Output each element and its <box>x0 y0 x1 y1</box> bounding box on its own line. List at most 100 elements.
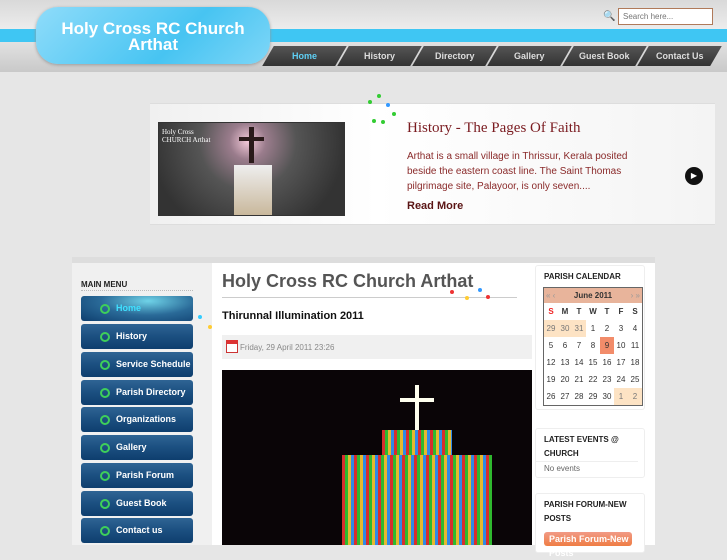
nav-guest-book[interactable]: Guest Book <box>562 46 647 66</box>
slide-title: History - The Pages Of Faith <box>407 120 581 136</box>
menu-item-service-schedule[interactable]: Service Schedule <box>81 352 193 377</box>
calendar-day[interactable]: 9 <box>600 337 614 354</box>
menu-item-home[interactable]: Home <box>81 296 193 321</box>
article-title[interactable]: Thirunnal Illumination 2011 <box>222 310 364 322</box>
weekday-header: M <box>561 307 569 316</box>
calendar-day[interactable]: 10 <box>614 337 628 354</box>
calendar-day[interactable]: 3 <box>614 320 628 337</box>
calendar-day[interactable]: 17 <box>614 354 628 371</box>
calendar-day[interactable]: 23 <box>600 371 614 388</box>
forum-posts-button[interactable]: Parish Forum-New Posts <box>544 532 632 558</box>
read-more-link[interactable]: Read More <box>407 200 463 212</box>
sparkle <box>372 119 376 123</box>
calendar-day[interactable]: 30 <box>558 320 572 337</box>
ring-icon <box>100 360 110 370</box>
widget-title: PARISH FORUM-NEW POSTS <box>544 500 627 523</box>
weekday-header: W <box>589 307 597 316</box>
ring-icon <box>100 443 110 453</box>
nav-contact-us[interactable]: Contact Us <box>637 46 722 66</box>
nav-history[interactable]: History <box>337 46 422 66</box>
cross-bar <box>239 137 264 141</box>
ring-icon <box>100 332 110 342</box>
search-input[interactable] <box>618 8 713 25</box>
sparkle <box>368 100 372 104</box>
calendar-day[interactable]: 6 <box>558 337 572 354</box>
nav-directory[interactable]: Directory <box>412 46 497 66</box>
lit-facade <box>382 430 452 455</box>
divider <box>222 297 517 298</box>
calendar-day[interactable]: 24 <box>614 371 628 388</box>
ring-icon <box>100 471 110 481</box>
next-slide-button[interactable]: ▶ <box>685 167 703 185</box>
menu-item-parish-directory[interactable]: Parish Directory <box>81 380 193 405</box>
calendar-day[interactable]: 31 <box>572 320 586 337</box>
calendar-day[interactable]: 22 <box>586 371 600 388</box>
nav-gallery[interactable]: Gallery <box>487 46 572 66</box>
calendar-day[interactable]: 28 <box>572 388 586 405</box>
menu-item-contact-us[interactable]: Contact us <box>81 518 193 543</box>
weekday-header: F <box>618 307 624 316</box>
calendar-day[interactable]: 4 <box>628 320 642 337</box>
lit-cross-bar <box>400 398 434 402</box>
calendar-day[interactable]: 1 <box>586 320 600 337</box>
article-photo[interactable] <box>222 370 532 545</box>
menu-item-parish-forum[interactable]: Parish Forum <box>81 463 193 488</box>
calendar-day[interactable]: 27 <box>558 388 572 405</box>
calendar-day[interactable]: 1 <box>614 388 628 405</box>
calendar-header: « ‹ June 2011 › » <box>544 288 642 303</box>
cross-icon <box>249 127 254 163</box>
slide-image[interactable]: Holy Cross CHURCH Arthat <box>158 122 345 216</box>
calendar-day[interactable]: 16 <box>600 354 614 371</box>
parish-forum-widget: PARISH FORUM-NEW POSTS Parish Forum-New P… <box>535 493 645 558</box>
calendar-day[interactable]: 2 <box>600 320 614 337</box>
calendar-day[interactable]: 21 <box>572 371 586 388</box>
calendar-day[interactable]: 14 <box>572 354 586 371</box>
menu-item-history[interactable]: History <box>81 324 193 349</box>
menu-item-organizations[interactable]: Organizations <box>81 407 193 432</box>
search-icon: 🔍 <box>603 11 616 22</box>
ring-icon <box>100 526 110 536</box>
article-date: Friday, 29 April 2011 23:26 <box>240 343 335 352</box>
calendar-day[interactable]: 8 <box>586 337 600 354</box>
ring-icon <box>100 499 110 509</box>
main-menu-title: MAIN MENU <box>81 280 128 289</box>
slide-text: Arthat is a small village in Thrissur, K… <box>407 151 628 192</box>
widget-title: PARISH CALENDAR <box>544 272 621 281</box>
calendar-day[interactable]: 25 <box>628 371 642 388</box>
widget-title: LATEST EVENTS @ CHURCH <box>544 435 619 458</box>
ring-icon <box>100 388 110 398</box>
ring-icon <box>100 415 110 425</box>
weekday-header: T <box>604 307 610 316</box>
calendar-day[interactable]: 12 <box>544 354 558 371</box>
calendar-day[interactable]: 29 <box>544 320 558 337</box>
weekday-header: T <box>576 307 582 316</box>
weekday-header: S <box>632 307 638 316</box>
sparkle <box>465 296 469 300</box>
calendar-day[interactable]: 20 <box>558 371 572 388</box>
page-title: Holy Cross RC Church Arthat <box>222 271 474 291</box>
slide-image-caption: Holy Cross CHURCH Arthat <box>162 128 211 144</box>
sparkle <box>377 94 381 98</box>
calendar-day[interactable]: 30 <box>600 388 614 405</box>
calendar-day[interactable]: 5 <box>544 337 558 354</box>
weekday-header: S <box>548 307 554 316</box>
sparkle <box>392 112 396 116</box>
next-month-button[interactable]: › » <box>631 288 640 303</box>
calendar-day[interactable]: 26 <box>544 388 558 405</box>
site-logo[interactable]: Holy Cross RC Church Arthat <box>36 7 270 64</box>
calendar-day[interactable]: 7 <box>572 337 586 354</box>
menu-item-gallery[interactable]: Gallery <box>81 435 193 460</box>
sparkle <box>478 288 482 292</box>
sparkle <box>386 103 390 107</box>
calendar-day[interactable]: 29 <box>586 388 600 405</box>
nav-home[interactable]: Home <box>262 46 347 66</box>
calendar-day[interactable]: 19 <box>544 371 558 388</box>
calendar-day[interactable]: 13 <box>558 354 572 371</box>
calendar-day[interactable]: 18 <box>628 354 642 371</box>
calendar-day[interactable]: 11 <box>628 337 642 354</box>
menu-item-guest-book[interactable]: Guest Book <box>81 491 193 516</box>
top-nav: Home History Directory Gallery Guest Boo… <box>262 46 722 66</box>
calendar-day[interactable]: 2 <box>628 388 642 405</box>
calendar-day[interactable]: 15 <box>586 354 600 371</box>
prev-month-button[interactable]: « ‹ <box>546 288 555 303</box>
